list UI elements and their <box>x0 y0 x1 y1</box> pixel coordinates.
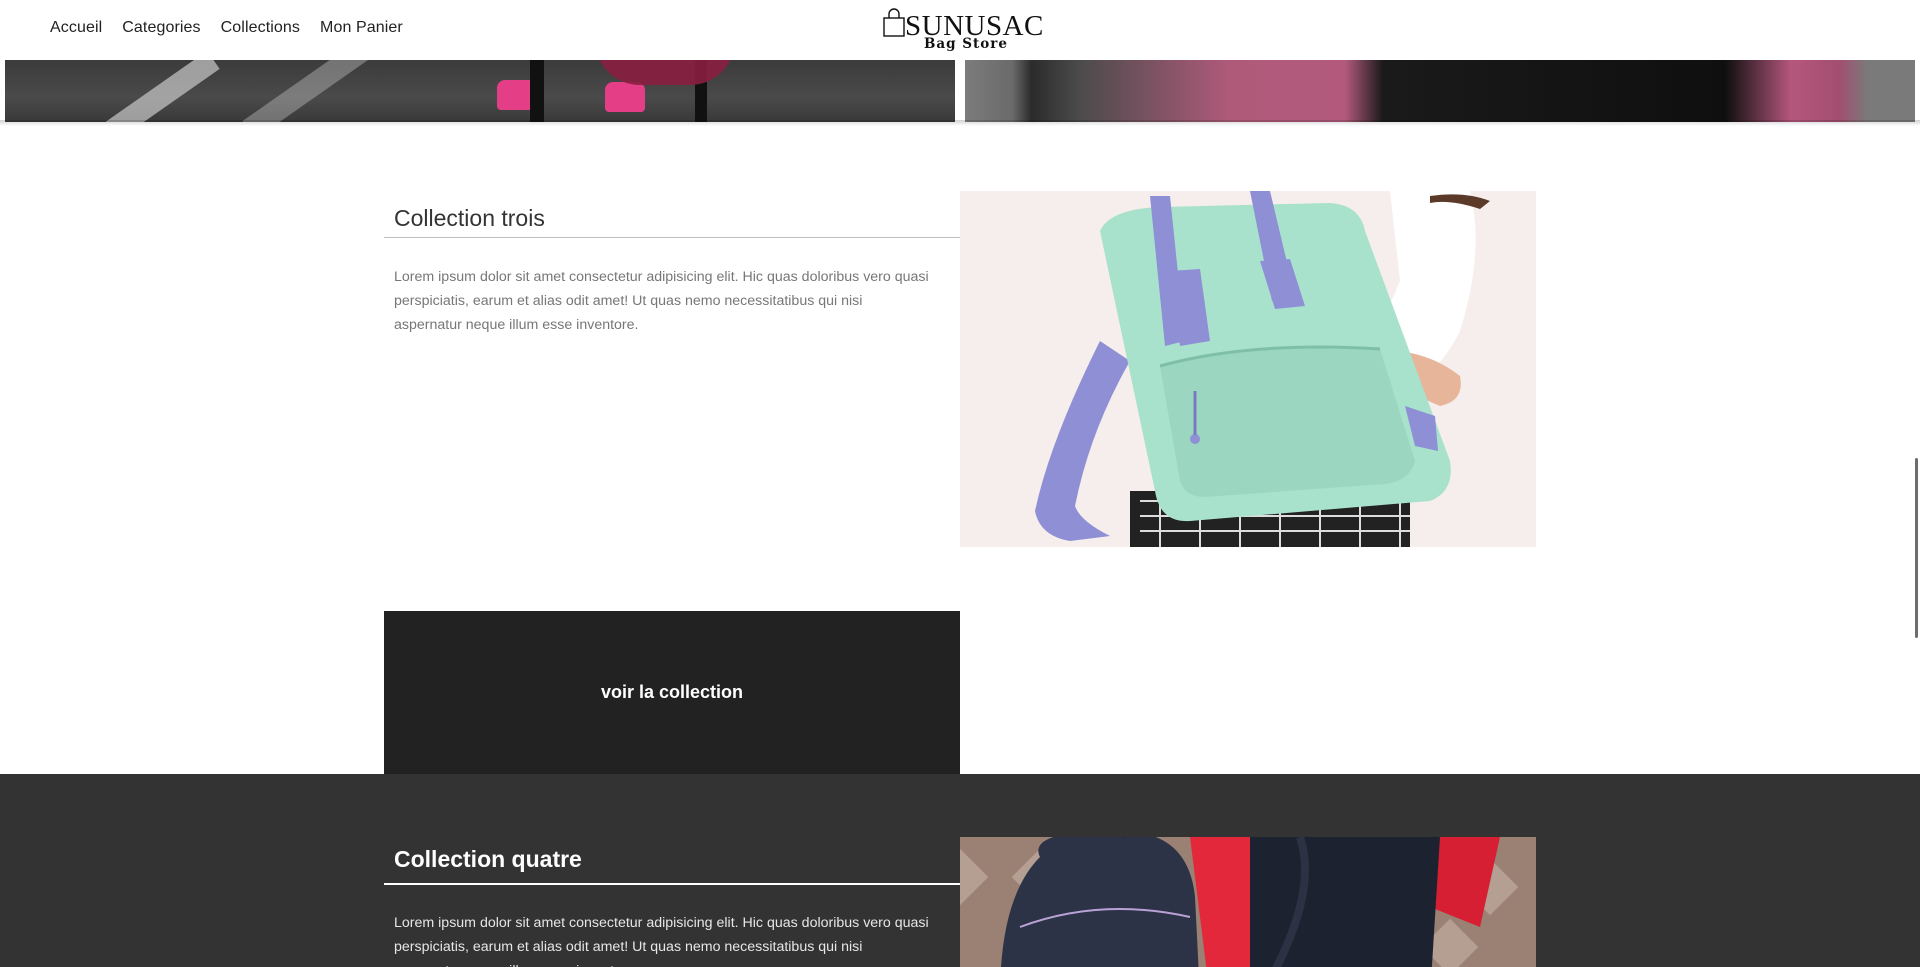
collection-title: Collection trois <box>394 205 545 231</box>
title-underline <box>384 237 960 238</box>
view-collection-button[interactable]: voir la collection <box>384 611 960 774</box>
collection-image-previous-left <box>5 60 955 122</box>
collection-description: Lorem ipsum dolor sit amet consectetur a… <box>394 269 929 333</box>
main-nav: Accueil Categories Collections Mon Panie… <box>50 19 403 37</box>
site-header: Accueil Categories Collections Mon Panie… <box>0 0 1920 60</box>
nav-accueil[interactable]: Accueil <box>50 19 102 37</box>
page-scrollbar[interactable] <box>1912 0 1920 967</box>
collection-four-section: Collection quatre Lorem ipsum dolor sit … <box>0 774 1920 967</box>
nav-mon-panier[interactable]: Mon Panier <box>320 19 403 37</box>
logo-subtitle: Bag Store <box>924 36 1008 52</box>
section-divider-shadow <box>0 120 1920 126</box>
scrollbar-thumb[interactable] <box>1915 458 1918 638</box>
nav-collections[interactable]: Collections <box>221 19 300 37</box>
nav-categories[interactable]: Categories <box>122 19 200 37</box>
collection-image-backpack <box>960 191 1536 547</box>
collection-description: Lorem ipsum dolor sit amet consectetur a… <box>394 915 929 967</box>
site-logo[interactable]: SUNUSAC Bag Store <box>880 6 1043 54</box>
collection-image-leather-backpack <box>960 837 1536 967</box>
shopping-bag-icon <box>883 8 905 37</box>
collection-image-previous-right <box>965 60 1915 122</box>
title-underline <box>384 883 960 885</box>
collection-title: Collection quatre <box>394 846 582 872</box>
